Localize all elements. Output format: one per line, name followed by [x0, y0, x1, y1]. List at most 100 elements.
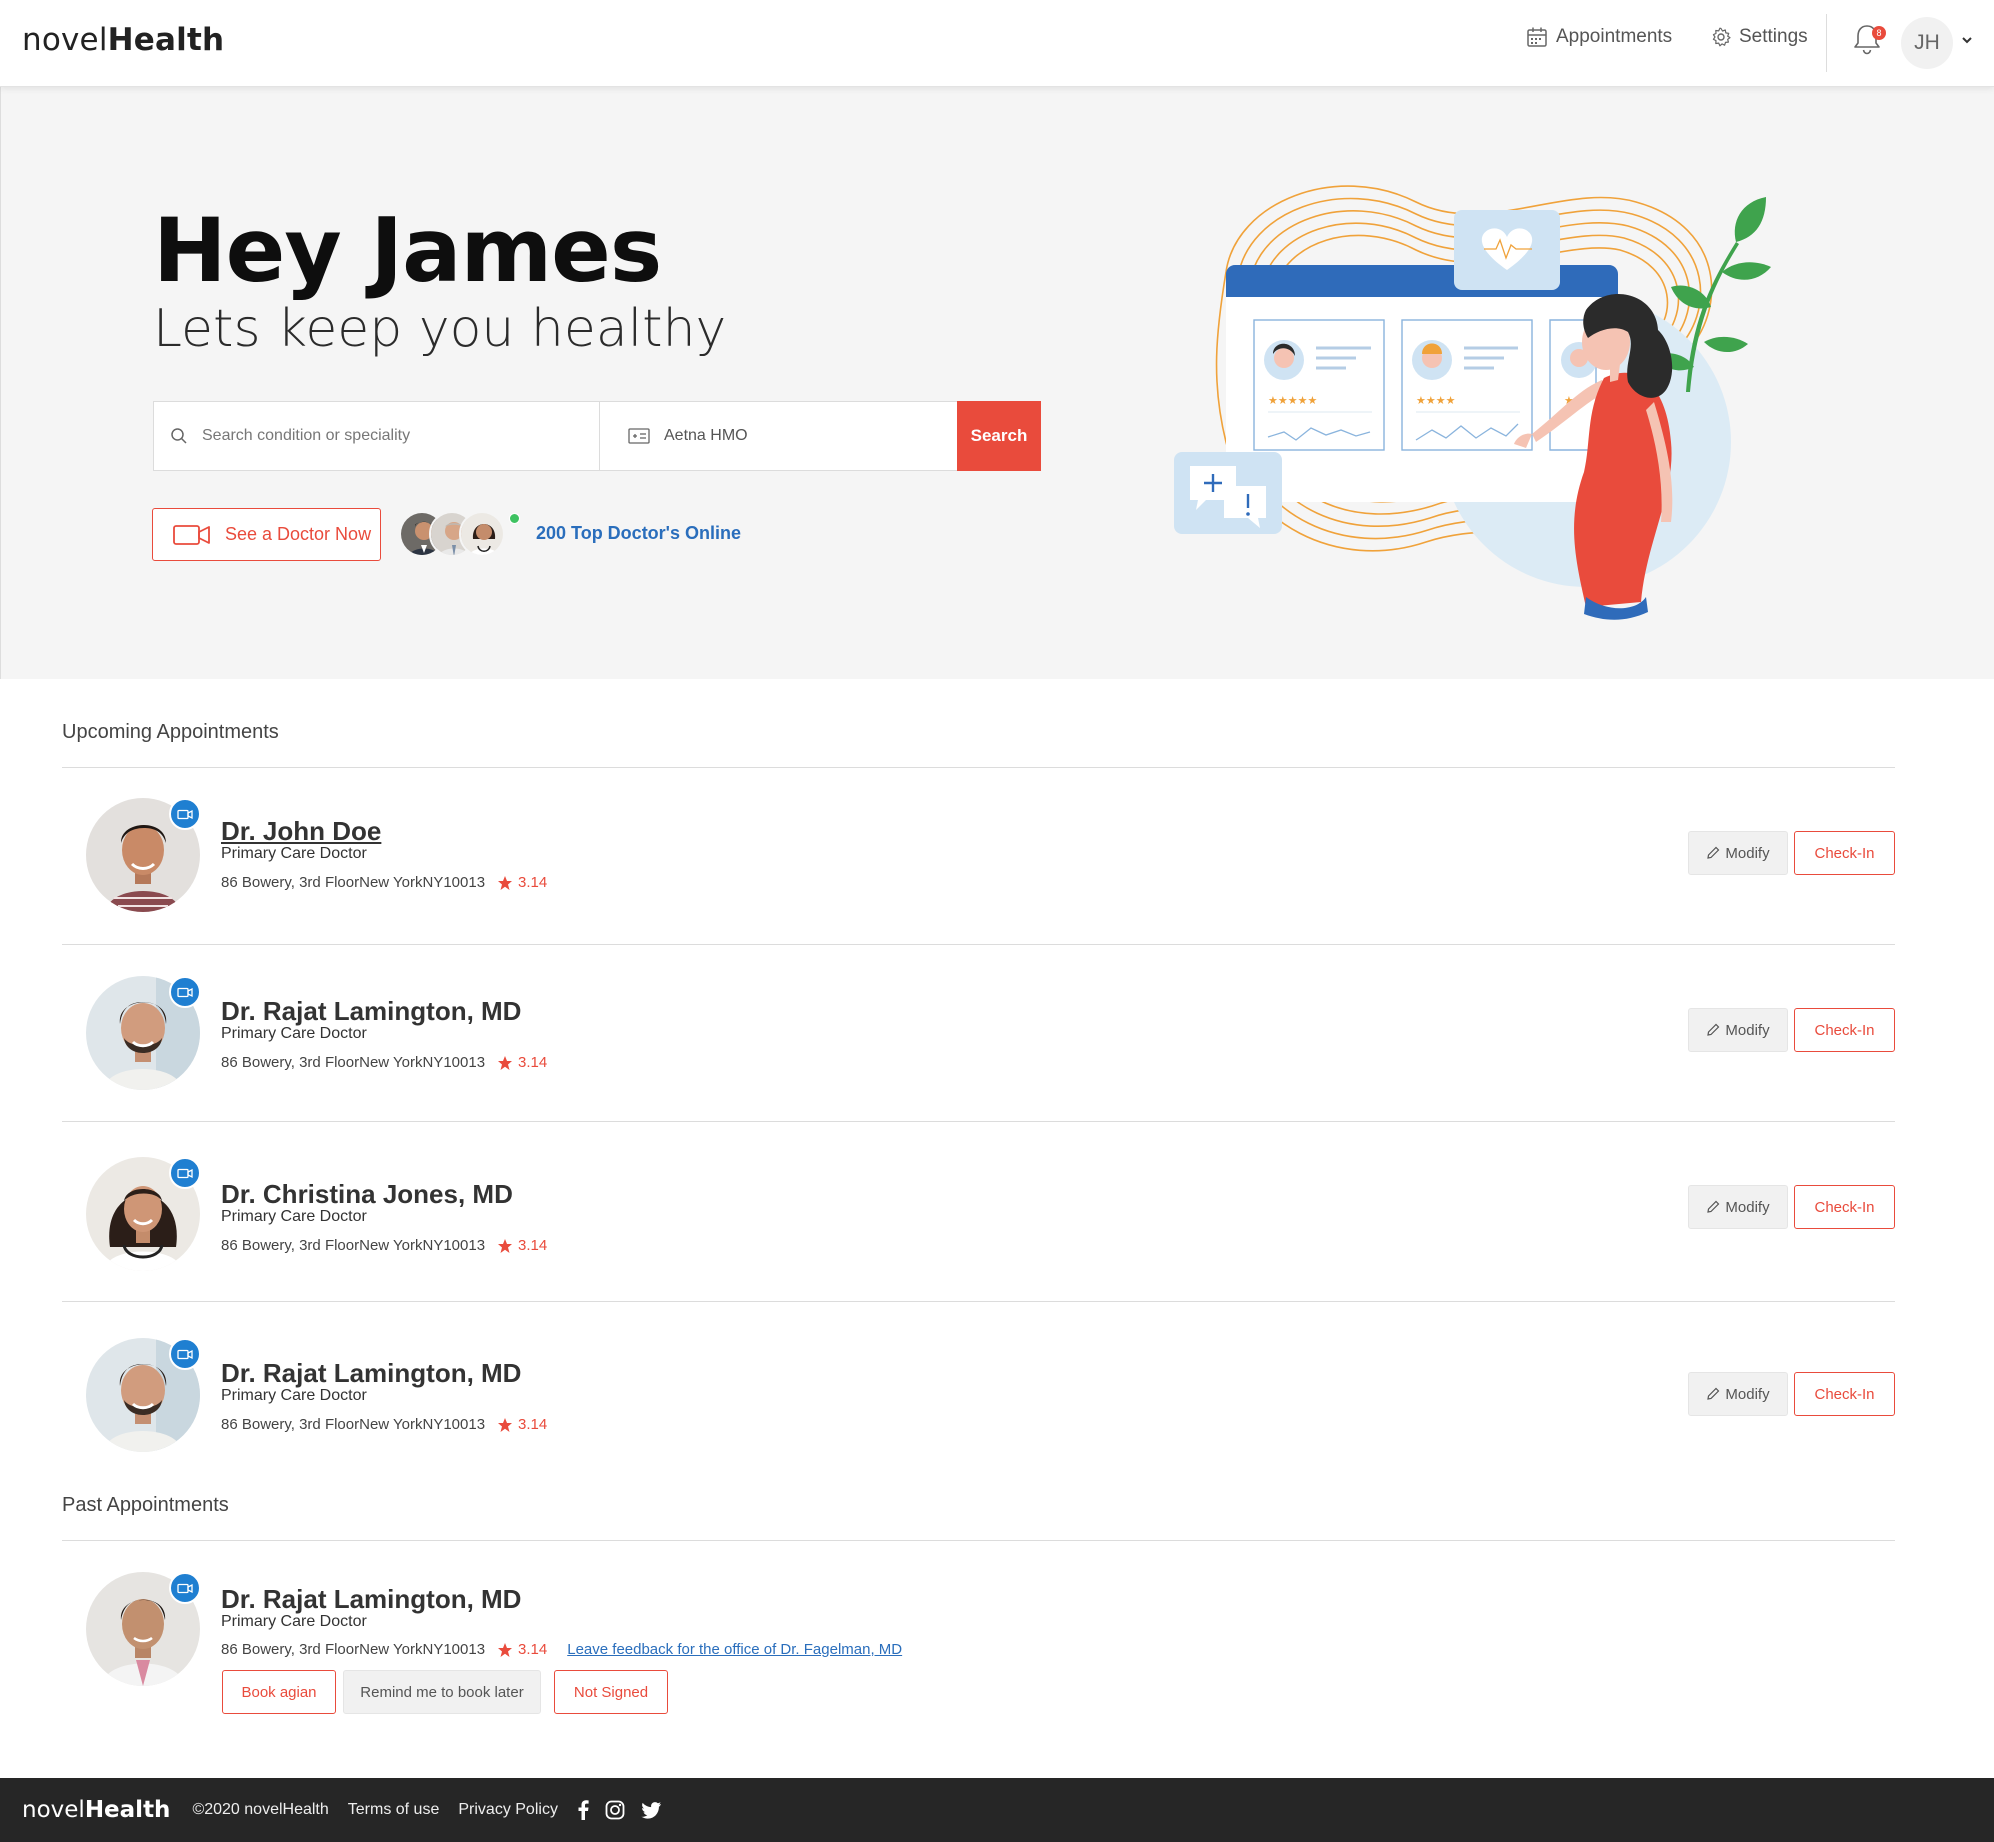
not-signed-button[interactable]: Not Signed: [554, 1670, 668, 1714]
video-visit-badge: [169, 1572, 201, 1604]
header-divider: [1826, 14, 1827, 72]
user-avatar[interactable]: JH: [1901, 17, 1953, 69]
twitter-icon[interactable]: [641, 1801, 661, 1819]
doctor-name[interactable]: Dr. Rajat Lamington, MD: [221, 996, 521, 1027]
star-icon: [498, 1417, 513, 1432]
condition-search-input[interactable]: [202, 427, 502, 445]
search-icon: [171, 428, 187, 444]
doctor-address: 86 Bowery, 3rd FloorNew YorkNY10013: [221, 1641, 486, 1658]
star-icon: [498, 875, 513, 890]
doctor-rating: 3.14: [497, 1237, 547, 1254]
doctor-avatar: [459, 511, 505, 557]
insurance-field[interactable]: Aetna HMO: [600, 402, 958, 470]
terms-link[interactable]: Terms of use: [348, 1801, 440, 1819]
video-camera-icon: [177, 809, 193, 819]
doctor-address-row: 86 Bowery, 3rd FloorNew YorkNY10013 3.14: [221, 1416, 547, 1433]
modify-button[interactable]: Modify: [1688, 1372, 1788, 1416]
video-camera-icon: [177, 1583, 193, 1593]
check-in-button[interactable]: Check-In: [1794, 1185, 1895, 1229]
doctor-address-row: 86 Bowery, 3rd FloorNew YorkNY10013 3.14: [221, 1237, 547, 1254]
see-doctor-now-label: See a Doctor Now: [225, 524, 372, 544]
nav-settings[interactable]: Settings: [1711, 26, 1808, 48]
doctor-rating: 3.14: [497, 1054, 547, 1071]
modify-button[interactable]: Modify: [1688, 831, 1788, 875]
doctor-address-row: 86 Bowery, 3rd FloorNew YorkNY10013 3.14: [221, 1054, 547, 1071]
check-in-button[interactable]: Check-In: [1794, 831, 1895, 875]
check-in-button[interactable]: Check-In: [1794, 1008, 1895, 1052]
appointment-card: Dr. John Doe Primary Care Doctor 86 Bowe…: [62, 798, 1895, 918]
search-bar: Aetna HMO Search: [153, 401, 1041, 471]
pencil-icon: [1707, 1023, 1720, 1036]
footer-logo[interactable]: novelHealth: [22, 1797, 170, 1823]
svg-text:★★★★★: ★★★★★: [1268, 394, 1317, 407]
online-status-dot: [509, 513, 520, 524]
chevron-down-icon[interactable]: [1960, 33, 1974, 47]
divider: [62, 944, 1895, 945]
top-navbar: novelHealth Appointments Settings 8 JH: [0, 0, 1994, 87]
doctor-name[interactable]: Dr. Christina Jones, MD: [221, 1179, 513, 1210]
pencil-icon: [1707, 1200, 1720, 1213]
leave-feedback-link[interactable]: Leave feedback for the office of Dr. Fag…: [567, 1641, 902, 1658]
doctor-address: 86 Bowery, 3rd FloorNew YorkNY10013: [221, 874, 486, 891]
divider: [62, 1301, 1895, 1302]
pencil-icon: [1707, 846, 1720, 859]
doctor-specialty: Primary Care Doctor: [221, 845, 367, 862]
greeting-title: Hey James: [153, 199, 662, 302]
video-camera-icon: [173, 524, 210, 545]
see-doctor-now-button[interactable]: See a Doctor Now: [152, 508, 381, 561]
divider: [62, 1540, 1895, 1541]
video-visit-badge: [169, 1338, 201, 1370]
nav-appointments[interactable]: Appointments: [1526, 26, 1672, 48]
copyright-text: ©2020 novelHealth: [192, 1801, 329, 1818]
upcoming-appointments-title: Upcoming Appointments: [62, 721, 279, 743]
doctor-address: 86 Bowery, 3rd FloorNew YorkNY10013: [221, 1054, 486, 1071]
appointment-card: Dr. Rajat Lamington, MD Primary Care Doc…: [62, 976, 1895, 1096]
video-camera-icon: [177, 1349, 193, 1359]
calendar-icon: [1527, 27, 1547, 47]
facebook-icon[interactable]: [577, 1800, 589, 1820]
past-appointment-card: Dr. Rajat Lamington, MD Primary Care Doc…: [62, 1572, 1895, 1722]
modify-button[interactable]: Modify: [1688, 1185, 1788, 1229]
doctor-address-row: 86 Bowery, 3rd FloorNew YorkNY10013 3.14…: [221, 1641, 902, 1658]
appointment-card: Dr. Christina Jones, MD Primary Care Doc…: [62, 1157, 1895, 1277]
search-button[interactable]: Search: [957, 401, 1041, 471]
footer: novelHealth ©2020 novelHealth Terms of u…: [0, 1778, 1994, 1842]
doctor-address: 86 Bowery, 3rd FloorNew YorkNY10013: [221, 1416, 486, 1433]
book-again-button[interactable]: Book agian: [222, 1670, 336, 1714]
doctor-address-row: 86 Bowery, 3rd FloorNew YorkNY10013 3.14: [221, 874, 547, 891]
notification-count-badge: 8: [1872, 26, 1886, 40]
doctor-specialty: Primary Care Doctor: [221, 1025, 367, 1042]
notifications-button[interactable]: 8: [1852, 22, 1886, 60]
star-icon: [498, 1055, 513, 1070]
appointment-card: Dr. Rajat Lamington, MD Primary Care Doc…: [62, 1338, 1895, 1458]
doctor-rating: 3.14: [497, 1641, 547, 1658]
insurance-value: Aetna HMO: [664, 427, 748, 444]
nav-appointments-label: Appointments: [1556, 26, 1673, 47]
privacy-link[interactable]: Privacy Policy: [458, 1801, 558, 1819]
doctor-specialty: Primary Care Doctor: [221, 1387, 367, 1404]
video-camera-icon: [177, 987, 193, 997]
divider: [62, 1121, 1895, 1122]
pencil-icon: [1707, 1387, 1720, 1400]
online-doctors-avatars[interactable]: [399, 511, 520, 559]
video-visit-badge: [169, 976, 201, 1008]
gear-icon: [1712, 27, 1731, 47]
doctor-name[interactable]: Dr. Rajat Lamington, MD: [221, 1584, 521, 1615]
doctor-name[interactable]: Dr. Rajat Lamington, MD: [221, 1358, 521, 1389]
condition-search-field: [154, 402, 600, 470]
online-doctors-link[interactable]: 200 Top Doctor's Online: [536, 523, 741, 544]
doctor-rating: 3.14: [497, 874, 547, 891]
nav-settings-label: Settings: [1739, 26, 1808, 47]
doctor-name-link[interactable]: Dr. John Doe: [221, 816, 381, 847]
video-camera-icon: [177, 1168, 193, 1178]
hero-illustration: ★★★★★★★★★★★: [1174, 185, 1771, 620]
video-visit-badge: [169, 798, 201, 830]
doctor-specialty: Primary Care Doctor: [221, 1208, 367, 1225]
modify-button[interactable]: Modify: [1688, 1008, 1788, 1052]
check-in-button[interactable]: Check-In: [1794, 1372, 1895, 1416]
greeting-subtitle: Lets keep you healthy: [153, 299, 727, 359]
app-logo[interactable]: novelHealth: [22, 22, 224, 58]
instagram-icon[interactable]: [605, 1800, 625, 1820]
video-visit-badge: [169, 1157, 201, 1189]
remind-later-button[interactable]: Remind me to book later: [343, 1670, 541, 1714]
